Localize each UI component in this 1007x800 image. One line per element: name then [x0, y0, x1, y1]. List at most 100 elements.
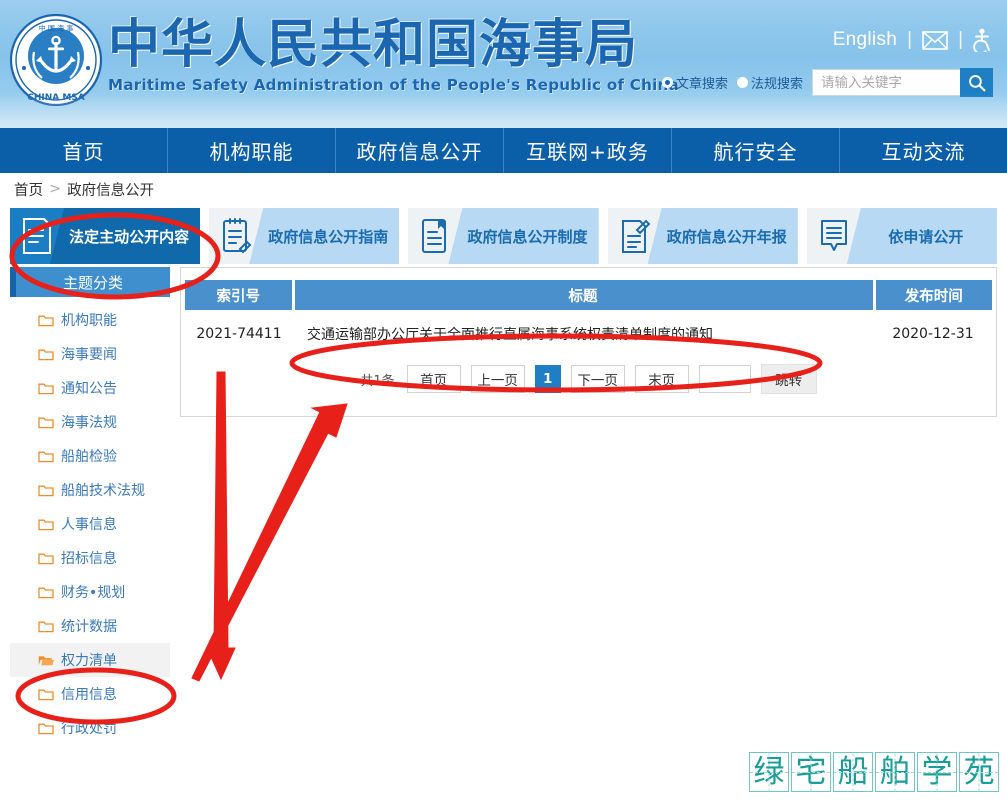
sidebar-list: 机构职能 海事要闻 通知公告 海事法规 船舶检验 船舶技术法规 人事信息 招标信…: [10, 303, 170, 745]
sidebar-item-personnel-info[interactable]: 人事信息: [10, 507, 170, 541]
tab-on-request-disclosure[interactable]: 依申请公开: [806, 208, 998, 264]
sidebar: 主题分类 机构职能 海事要闻 通知公告 海事法规 船舶检验 船舶技术法规 人事信…: [10, 267, 170, 745]
pagination-total: 共1条: [360, 373, 395, 389]
header-search-row: 文章搜索 法规搜索: [661, 68, 993, 97]
sidebar-item-statistics[interactable]: 统计数据: [10, 609, 170, 643]
watermark-char: 绿: [749, 752, 789, 792]
table-row[interactable]: 2021-74411 交通运输部办公厅关于全面推行直属海事系统权责清单制度的通知…: [185, 310, 992, 358]
document-bookmark-icon: [408, 216, 462, 256]
sidebar-item-notices[interactable]: 通知公告: [10, 371, 170, 405]
breadcrumb-separator: >: [49, 181, 62, 197]
nav-item-functions[interactable]: 机构职能: [168, 128, 336, 173]
sidebar-item-label: 海事法规: [61, 415, 117, 431]
breadcrumb-current[interactable]: 政府信息公开: [67, 179, 154, 200]
document-edit-icon: [608, 216, 662, 256]
row-date: 2020-12-31: [892, 326, 974, 342]
breadcrumb: 首页 > 政府信息公开: [0, 173, 1007, 205]
search-option-regulation[interactable]: 法规搜索: [736, 73, 803, 92]
main-content: 主题分类 机构职能 海事要闻 通知公告 海事法规 船舶检验 船舶技术法规 人事信…: [0, 267, 1007, 745]
tab-disclosure-guide-label: 政府信息公开指南: [249, 208, 400, 264]
sidebar-item-institutional-functions[interactable]: 机构职能: [10, 303, 170, 337]
sidebar-item-administrative-penalty[interactable]: 行政处罚: [10, 711, 170, 745]
pagination-next[interactable]: 下一页: [570, 365, 625, 393]
tab-disclosure-system[interactable]: 政府信息公开制度: [408, 208, 599, 264]
sidebar-item-label: 通知公告: [61, 381, 117, 397]
accessibility-icon[interactable]: [973, 28, 993, 52]
folder-icon: [38, 348, 54, 361]
sidebar-item-label: 财务•规划: [61, 585, 126, 601]
watermark-char: 舶: [875, 752, 915, 792]
sidebar-item-label: 权力清单: [61, 653, 117, 669]
folder-icon: [38, 484, 54, 497]
china-msa-logo[interactable]: 中 国 海 事 CHINA MSA: [8, 12, 104, 108]
row-title[interactable]: 交通运输部办公厅关于全面推行直属海事系统权责清单制度的通知: [293, 310, 874, 358]
folder-icon: [38, 314, 54, 327]
document-list-table: 索引号 标题 发布时间 2021-74411 交通运输部办公厅关于全面推行直属海…: [185, 280, 992, 358]
folder-icon: [38, 382, 54, 395]
site-header: 中 国 海 事 CHINA MSA 中华人民共和国海事局 Maritime Sa…: [0, 0, 1007, 128]
site-title-cn: 中华人民共和国海事局: [108, 15, 639, 75]
folder-icon: [38, 416, 54, 429]
folder-icon: [38, 552, 54, 565]
breadcrumb-home[interactable]: 首页: [14, 179, 43, 200]
content-panel: 索引号 标题 发布时间 2021-74411 交通运输部办公厅关于全面推行直属海…: [180, 267, 997, 417]
folder-icon: [38, 586, 54, 599]
pagination-last[interactable]: 末页: [634, 365, 689, 393]
nav-item-home[interactable]: 首页: [0, 128, 168, 173]
sidebar-item-credit-info[interactable]: 信用信息: [10, 677, 170, 711]
speech-bubble-icon: [807, 216, 861, 256]
nav-item-navigation-safety[interactable]: 航行安全: [672, 128, 840, 173]
pagination-prev[interactable]: 上一页: [470, 365, 525, 393]
pagination-jump-button[interactable]: 跳转: [760, 364, 817, 394]
sidebar-item-ship-technical-regulations[interactable]: 船舶技术法规: [10, 473, 170, 507]
pagination-first[interactable]: 首页: [406, 365, 461, 393]
main-navigation: 首页 机构职能 政府信息公开 互联网+政务 航行安全 互动交流: [0, 128, 1007, 173]
sidebar-item-bidding-info[interactable]: 招标信息: [10, 541, 170, 575]
pagination-page-1[interactable]: 1: [534, 365, 561, 393]
search-icon: [968, 74, 985, 91]
folder-icon: [38, 688, 54, 701]
sidebar-item-ship-inspection[interactable]: 船舶检验: [10, 439, 170, 473]
watermark: 绿 宅 船 舶 学 苑: [749, 752, 999, 792]
search-box: [812, 68, 993, 97]
info-disclosure-tabs: 法定主动公开内容 政府信息公开指南 政府信息公开制度 政府信息公开年报 依申请公…: [0, 205, 1007, 267]
folder-icon: [38, 620, 54, 633]
nav-item-internet-gov[interactable]: 互联网+政务: [504, 128, 672, 173]
row-title-link[interactable]: 交通运输部办公厅关于全面推行直属海事系统权责清单制度的通知: [307, 327, 713, 343]
radio-dot-regulation[interactable]: [736, 77, 748, 88]
english-link[interactable]: English: [833, 29, 897, 51]
nav-item-interaction[interactable]: 互动交流: [840, 128, 1007, 173]
pagination: 共1条 首页 上一页 1 下一页 末页 跳转: [185, 358, 992, 416]
tab-statutory-disclosure-label: 法定主动公开内容: [50, 208, 201, 264]
pagination-jump-input[interactable]: [698, 365, 751, 393]
sidebar-item-finance-planning[interactable]: 财务•规划: [10, 575, 170, 609]
sidebar-item-maritime-news[interactable]: 海事要闻: [10, 337, 170, 371]
sidebar-item-label: 招标信息: [61, 551, 117, 567]
radio-dot-article[interactable]: [661, 77, 673, 88]
sidebar-item-label: 机构职能: [61, 313, 117, 329]
utility-divider-2: |: [958, 29, 963, 50]
logo-cn-text: 中 国 海 事: [39, 24, 74, 33]
search-button[interactable]: [960, 68, 993, 97]
sidebar-header: 主题分类: [10, 267, 170, 297]
sidebar-item-label: 海事要闻: [61, 347, 117, 363]
nav-item-gov-info[interactable]: 政府信息公开: [336, 128, 504, 173]
tab-annual-report[interactable]: 政府信息公开年报: [607, 208, 798, 264]
sidebar-item-label: 统计数据: [61, 619, 117, 635]
tab-statutory-disclosure[interactable]: 法定主动公开内容: [10, 208, 201, 264]
mail-icon[interactable]: [922, 30, 948, 50]
search-option-article[interactable]: 文章搜索: [661, 73, 728, 92]
logo-en-text: CHINA MSA: [27, 93, 85, 103]
search-input[interactable]: [812, 69, 960, 96]
sidebar-item-label: 信用信息: [61, 687, 117, 703]
watermark-char: 宅: [791, 752, 831, 792]
tab-on-request-disclosure-label: 依申请公开: [846, 208, 998, 264]
tab-disclosure-guide[interactable]: 政府信息公开指南: [209, 208, 400, 264]
folder-icon: [38, 518, 54, 531]
sidebar-item-label: 船舶技术法规: [61, 483, 145, 499]
document-icon: [10, 216, 64, 256]
sidebar-item-power-list[interactable]: 权力清单: [10, 643, 170, 677]
sidebar-item-label: 行政处罚: [61, 721, 117, 737]
watermark-char: 苑: [959, 752, 999, 792]
sidebar-item-maritime-regulations[interactable]: 海事法规: [10, 405, 170, 439]
